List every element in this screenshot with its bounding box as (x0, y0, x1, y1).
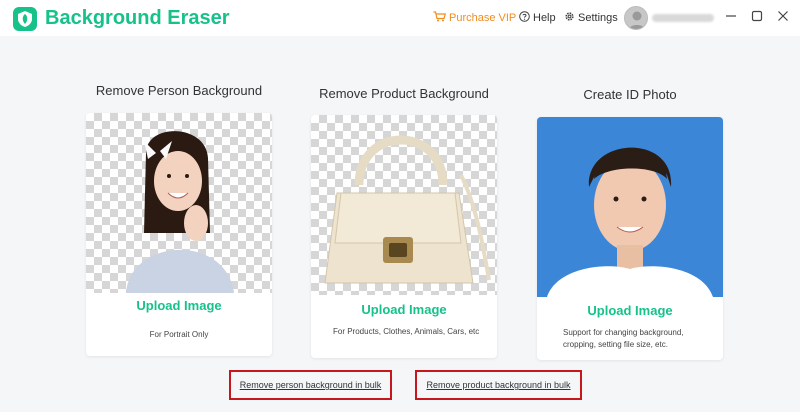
card-title-id-photo: Create ID Photo (583, 87, 677, 102)
upload-image-button-product[interactable]: Upload Image (311, 302, 497, 317)
settings-label: Settings (578, 12, 618, 24)
card-title-product: Remove Product Background (319, 86, 489, 101)
remove-product-background-card[interactable]: Upload Image For Products, Clothes, Anim… (311, 115, 497, 358)
product-card-description: For Products, Clothes, Animals, Cars, et… (333, 327, 480, 336)
app-title: Background Eraser (45, 7, 230, 29)
title-bar: Background Eraser Purchase VIP Help Sett… (0, 0, 800, 36)
bulk-person-label: Remove person background in bulk (239, 380, 382, 390)
remove-person-background-bulk-link[interactable]: Remove person background in bulk (229, 370, 392, 400)
shield-leaf-icon (13, 7, 37, 31)
product-sample-image (311, 115, 497, 295)
upload-image-button-id-photo[interactable]: Upload Image (537, 303, 723, 318)
id-photo-card-description: Support for changing background, croppin… (563, 328, 684, 349)
cart-icon (433, 11, 447, 25)
person-sample-image (86, 113, 272, 293)
purchase-vip-button[interactable]: Purchase VIP (433, 11, 516, 25)
maximize-icon (751, 9, 763, 27)
settings-button[interactable]: Settings (564, 11, 618, 25)
help-button[interactable]: Help (519, 11, 556, 25)
create-id-photo-card[interactable]: Upload Image Support for changing backgr… (537, 117, 723, 360)
gear-icon (564, 11, 575, 25)
minimize-button[interactable] (721, 8, 741, 28)
question-circle-icon (519, 11, 530, 25)
maximize-button[interactable] (747, 8, 767, 28)
close-button[interactable] (773, 8, 793, 28)
username-blurred[interactable] (652, 14, 714, 22)
purchase-vip-label: Purchase VIP (449, 12, 517, 24)
card-title-person: Remove Person Background (95, 83, 263, 98)
remove-product-background-bulk-link[interactable]: Remove product background in bulk (415, 370, 582, 400)
id-photo-sample-image (537, 117, 723, 297)
close-icon (777, 9, 789, 27)
avatar[interactable] (624, 6, 648, 30)
remove-person-background-card[interactable]: Upload Image For Portrait Only (86, 113, 272, 356)
help-label: Help (533, 12, 556, 24)
person-card-description: For Portrait Only (149, 330, 209, 339)
minimize-icon (725, 9, 737, 27)
bulk-product-label: Remove product background in bulk (426, 380, 571, 390)
upload-image-button-person[interactable]: Upload Image (86, 298, 272, 313)
